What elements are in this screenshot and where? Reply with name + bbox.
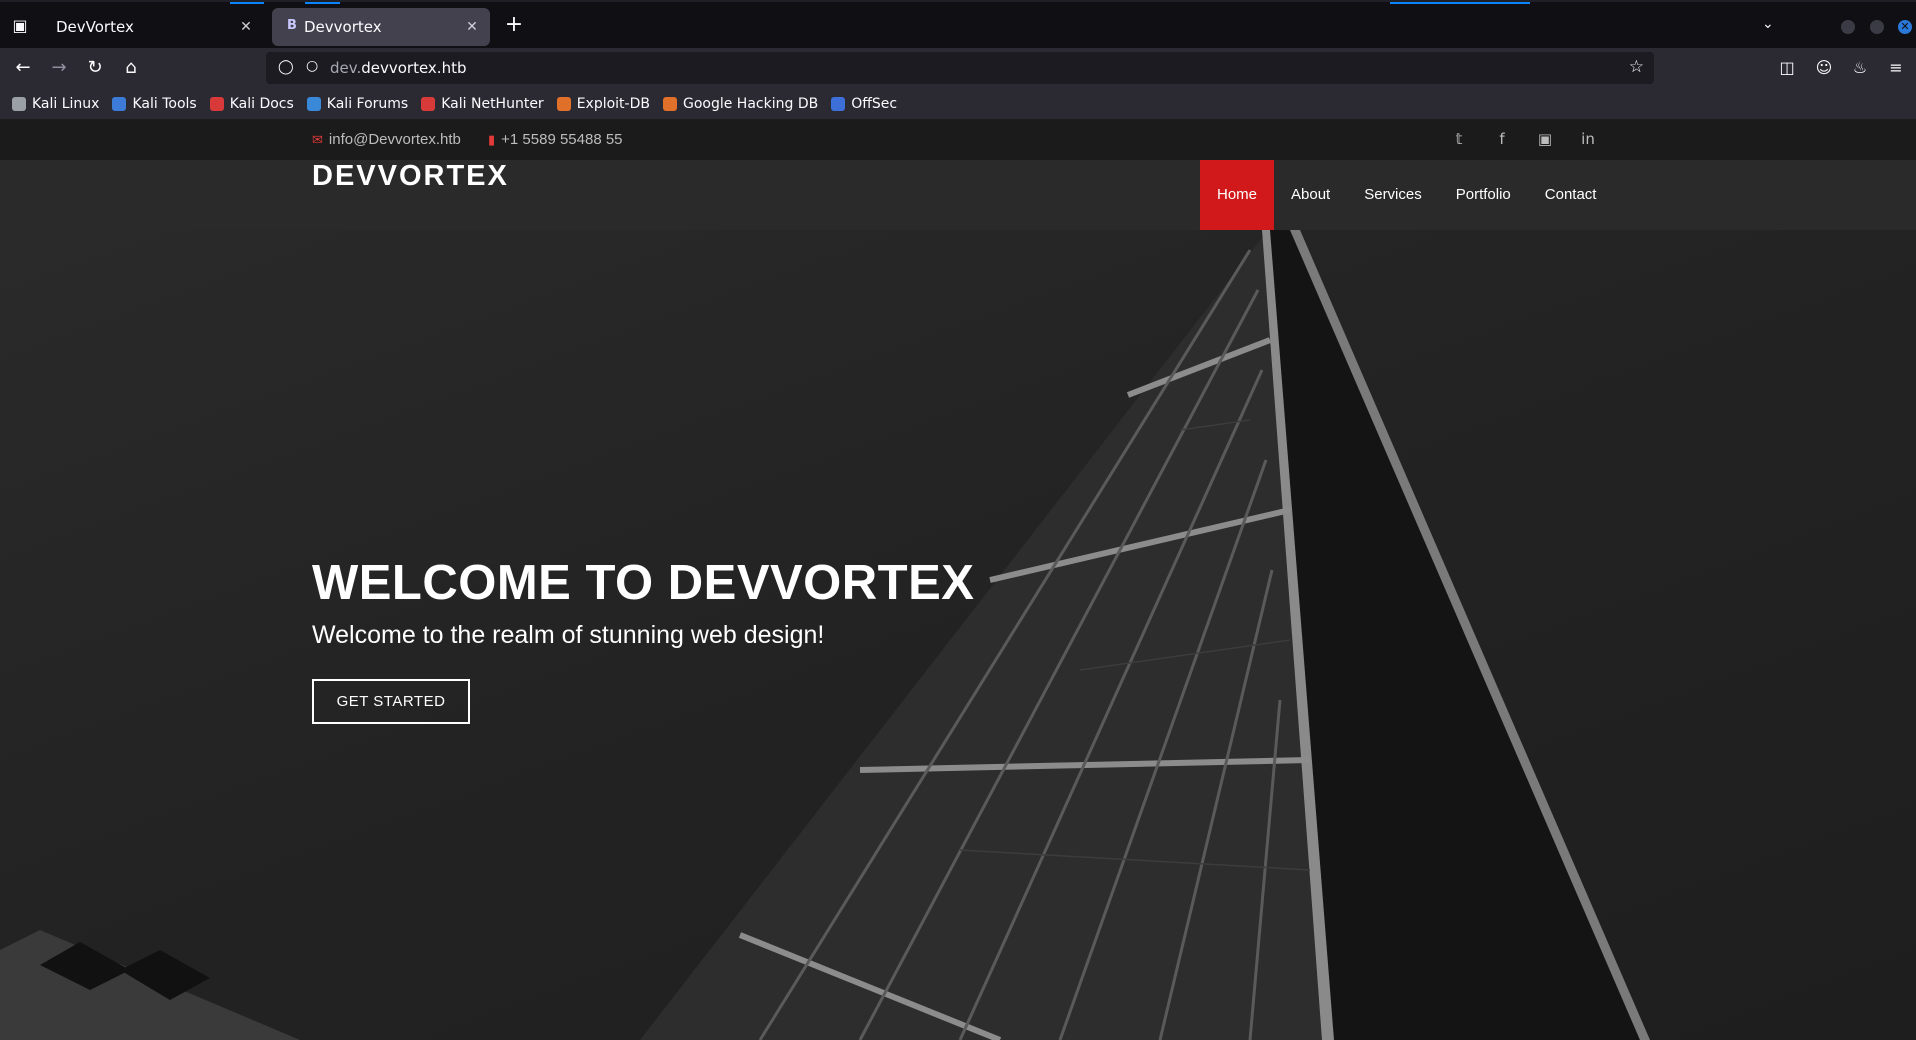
bookmark-label: Kali Docs (229, 95, 294, 112)
tab-loading-indicator (305, 2, 340, 4)
bookmark-label: Kali Linux (32, 95, 100, 112)
bookmark-label: Kali Forums (326, 95, 409, 112)
webpage: ✉ info@Devvortex.htb ▮ +1 5589 55488 55 𝕥 … (0, 119, 1916, 1040)
minimize-window-button[interactable] (1841, 20, 1855, 34)
browser-navigation-bar: ← → ↻ ⌂ ◯ ○ dev.devvortex.htb ☆ ◫ ☺ ♨ ≡ (0, 48, 1916, 88)
offsec-icon (831, 96, 846, 111)
kali-dragon-icon (12, 96, 26, 111)
close-tab-icon[interactable]: ✕ (236, 8, 256, 46)
instagram-icon[interactable]: ▣ (1536, 130, 1554, 148)
main-navigation: Home About Services Portfolio Contact (1200, 160, 1613, 230)
reload-icon[interactable]: ↻ (83, 56, 107, 80)
email-contact[interactable]: ✉ info@Devvortex.htb (312, 119, 461, 160)
linkedin-icon[interactable]: in (1579, 130, 1597, 148)
hero-subtitle: Welcome to the realm of stunning web des… (312, 621, 825, 649)
nav-item-contact[interactable]: Contact (1528, 160, 1614, 230)
twitter-icon[interactable]: 𝕥 (1450, 130, 1468, 148)
nav-item-services[interactable]: Services (1347, 160, 1439, 230)
home-icon[interactable]: ⌂ (119, 56, 143, 80)
close-tab-icon[interactable]: ✕ (462, 8, 482, 46)
bookmark-item[interactable]: Kali Tools (112, 95, 197, 112)
bookmark-item[interactable]: Exploit-DB (556, 95, 650, 112)
hero-title: WELCOME TO DEVVORTEX (312, 556, 975, 610)
close-window-button[interactable]: ✕ (1898, 20, 1912, 34)
phone-icon: ▮ (488, 132, 496, 147)
extensions-puzzle-icon[interactable]: ♨ (1848, 56, 1872, 80)
url-text[interactable]: dev.devvortex.htb (330, 52, 466, 84)
bootstrap-favicon-icon: B (287, 18, 297, 33)
tracking-protection-shield-icon[interactable]: ◯ (278, 59, 294, 75)
nav-item-home[interactable]: Home (1200, 160, 1275, 230)
bookmark-label: OffSec (851, 95, 898, 112)
back-arrow-icon[interactable]: ← (11, 56, 35, 80)
chevron-down-icon[interactable]: ⌄ (1762, 16, 1774, 32)
phone-contact: ▮ +1 5589 55488 55 (488, 119, 623, 160)
bookmark-label: Exploit-DB (576, 95, 650, 112)
bookmark-label: Google Hacking DB (682, 95, 819, 112)
kali-forums-icon (306, 96, 321, 111)
kali-docs-icon (209, 96, 224, 111)
browser-tab-devvortex-active[interactable]: B Devvortex ✕ (272, 8, 490, 46)
account-icon[interactable]: ☺ (1812, 56, 1836, 80)
address-bar[interactable]: ◯ ○ dev.devvortex.htb ☆ (266, 52, 1654, 84)
nav-item-about[interactable]: About (1274, 160, 1347, 230)
bookmark-label: Kali Tools (132, 95, 197, 112)
forward-arrow-icon[interactable]: → (47, 56, 71, 80)
building-background-image (0, 230, 1650, 1040)
site-logo[interactable]: DEVVORTEX (312, 160, 509, 193)
site-header: DEVVORTEX Home About Services Portfolio Cont… (0, 160, 1916, 230)
pocket-icon[interactable]: ◫ (1775, 56, 1799, 80)
bookmark-item[interactable]: Kali Docs (209, 95, 294, 112)
tab-list-icon[interactable]: ▣ (8, 14, 32, 38)
browser-tab-devvortex[interactable]: DevVortex ✕ (42, 8, 264, 46)
tab-title: DevVortex (56, 18, 134, 36)
new-tab-icon[interactable]: + (502, 14, 526, 38)
bookmark-star-icon[interactable]: ☆ (1629, 57, 1644, 77)
envelope-icon: ✉ (312, 132, 323, 147)
contact-topbar: ✉ info@Devvortex.htb ▮ +1 5589 55488 55 𝕥 … (0, 119, 1916, 160)
bookmarks-toolbar: Kali Linux Kali Tools Kali Docs Kali Forums… (0, 88, 1916, 119)
bookmark-item[interactable]: OffSec (831, 96, 897, 112)
ghdb-icon (662, 96, 677, 111)
tab-loading-indicator (1390, 2, 1530, 4)
nethunter-icon (421, 96, 436, 111)
bookmark-item[interactable]: Kali Linux (12, 96, 99, 112)
kali-tools-icon (112, 96, 127, 111)
facebook-icon[interactable]: f (1493, 130, 1511, 148)
bookmark-item[interactable]: Kali Forums (306, 95, 409, 112)
maximize-window-button[interactable] (1870, 20, 1884, 34)
tab-title: Devvortex (304, 18, 382, 36)
bookmark-label: Kali NetHunter (441, 95, 544, 112)
bookmark-item[interactable]: Google Hacking DB (662, 95, 819, 112)
exploit-db-icon (556, 96, 571, 111)
browser-tab-bar: ▣ DevVortex ✕ B Devvortex ✕ + ⌄ ✕ (0, 0, 1916, 48)
hamburger-menu-icon[interactable]: ≡ (1884, 56, 1908, 80)
bookmark-item[interactable]: Kali NetHunter (421, 95, 544, 112)
nav-item-portfolio[interactable]: Portfolio (1439, 160, 1528, 230)
lock-icon[interactable]: ○ (306, 58, 318, 74)
tab-loading-indicator (230, 2, 264, 4)
hero-section: WELCOME TO DEVVORTEX Welcome to the real… (0, 230, 1916, 1040)
get-started-button[interactable]: GET STARTED (312, 679, 470, 724)
